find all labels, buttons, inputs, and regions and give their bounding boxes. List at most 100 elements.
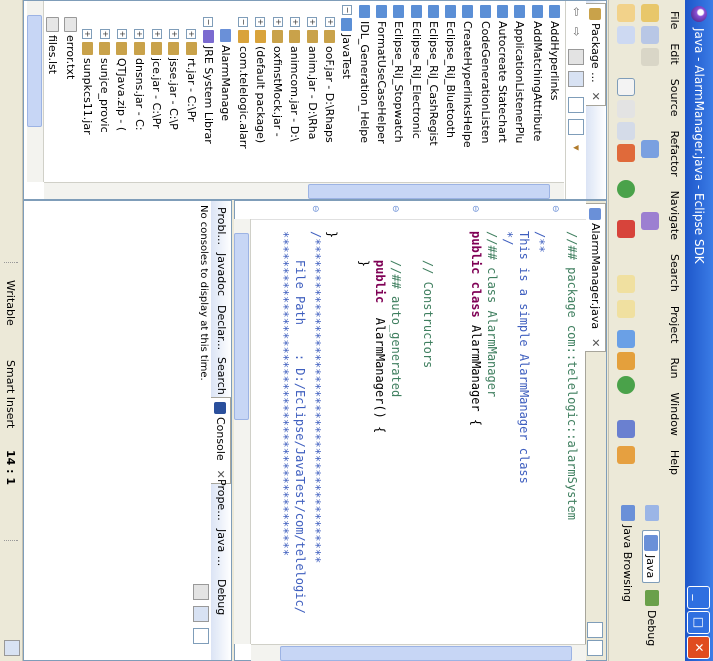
tree-item[interactable]: + (default package) <box>253 17 268 143</box>
tree-item[interactable]: error.txt <box>63 17 78 79</box>
tab-javadoc[interactable]: Javadoc <box>211 249 231 300</box>
tree-item[interactable]: + anim.jar - D:\Rha <box>305 17 320 140</box>
coverage-icon[interactable] <box>617 220 635 238</box>
menu-item-help[interactable]: Help <box>669 443 682 482</box>
tree-item[interactable]: AddHyperlinks <box>547 5 562 101</box>
tree-item[interactable]: + rt.jar - C:\Pr <box>184 29 199 122</box>
maximize-button[interactable]: □ <box>687 611 711 634</box>
open-perspective-button[interactable] <box>645 505 659 521</box>
tree-item[interactable]: FormatUseCaseHelper <box>374 5 389 144</box>
menu-item-search[interactable]: Search <box>669 247 682 299</box>
expand-toggle-icon[interactable]: + <box>272 17 283 27</box>
tree-item[interactable]: AddMatchingAttribute <box>530 5 545 141</box>
package-tree-horizontal-scrollbar[interactable] <box>27 1 44 182</box>
tree-item[interactable]: − JavaTest <box>339 5 354 79</box>
expand-toggle-icon[interactable]: + <box>82 29 93 39</box>
new-java-package-icon[interactable] <box>617 330 635 348</box>
tree-item[interactable]: Eclipse_RiJ_Electronic <box>409 5 424 139</box>
collapse-all-icon[interactable] <box>568 49 584 65</box>
run-icon[interactable] <box>617 180 635 198</box>
tab-debug[interactable]: Debug <box>211 575 231 619</box>
tree-item[interactable]: − JRE System Librar <box>201 17 216 144</box>
tree-item[interactable]: Eclipse_RiJ_CashRegist <box>426 5 441 146</box>
open-type-icon[interactable] <box>617 4 635 22</box>
tree-item[interactable]: + jce.jar - C:\Pr <box>149 29 164 129</box>
maximize-editor-icon[interactable] <box>587 640 603 656</box>
show-whitespace-icon[interactable] <box>617 100 635 118</box>
fold-marker-icon[interactable]: ⊖ <box>550 205 560 213</box>
new-wizard-icon[interactable] <box>641 4 659 22</box>
expand-toggle-icon[interactable]: + <box>151 29 162 39</box>
expand-toggle-icon[interactable]: + <box>99 29 110 39</box>
back-icon[interactable] <box>617 275 635 293</box>
collapse-toggle-icon[interactable]: − <box>238 17 249 27</box>
expand-toggle-icon[interactable]: + <box>255 17 266 27</box>
expand-toggle-icon[interactable]: + <box>168 29 179 39</box>
tree-item[interactable]: IDL_Generation_Helpe <box>357 5 372 143</box>
open-file-icon[interactable] <box>617 26 635 44</box>
java-browsing-perspective-button[interactable]: Java Browsing <box>621 505 635 602</box>
view-menu-icon[interactable]: ▾ <box>570 145 583 151</box>
fold-marker-icon[interactable]: ⊖ <box>310 205 320 213</box>
editor-horizontal-scrollbar[interactable] <box>234 219 251 644</box>
expand-toggle-icon[interactable]: + <box>290 17 300 27</box>
collapse-toggle-icon[interactable]: − <box>203 17 214 27</box>
expand-toggle-icon[interactable]: + <box>186 29 197 39</box>
tab-java[interactable]: Java ... <box>211 525 231 570</box>
menu-item-edit[interactable]: Edit <box>669 36 682 71</box>
open-console-icon[interactable] <box>193 628 209 644</box>
scrollbar-thumb[interactable] <box>27 15 42 127</box>
close-button[interactable]: ✕ <box>687 636 711 659</box>
tree-item[interactable]: + ooF.jar - D:\Rhaps <box>322 17 337 143</box>
search-icon[interactable] <box>617 376 635 394</box>
tree-item[interactable]: CodeGenerationListen <box>478 5 493 144</box>
menu-item-navigate[interactable]: Navigate <box>669 184 682 247</box>
minimize-button[interactable]: _ <box>687 586 711 609</box>
fold-marker-icon[interactable]: ⊖ <box>390 205 400 213</box>
tree-item[interactable]: Eclipse_RiJ_Stopwatch <box>391 5 406 143</box>
tab-probl[interactable]: Probl... <box>211 203 231 249</box>
tree-item[interactable]: + jsse.jar - C:\P <box>166 29 181 130</box>
toggle-mark-occurrences-icon[interactable] <box>617 78 635 96</box>
tree-item[interactable]: + sunjce_provic <box>97 29 112 133</box>
close-tab-icon[interactable]: ✕ <box>585 338 605 347</box>
minimize-view-icon[interactable] <box>568 97 584 113</box>
menu-item-refactor[interactable]: Refactor <box>669 124 682 184</box>
close-tab-icon[interactable]: ✕ <box>585 92 605 101</box>
external-tools-icon[interactable] <box>641 212 659 230</box>
scrollbar-thumb[interactable] <box>280 646 572 661</box>
package-tree-vertical-scrollbar[interactable] <box>44 182 564 199</box>
block-selection-icon[interactable] <box>617 122 635 140</box>
pin-console-icon[interactable] <box>193 584 209 600</box>
tree-item[interactable]: − com.telelogic.alarr <box>236 17 251 149</box>
tree-item[interactable]: AlarmManage <box>218 29 233 121</box>
expand-toggle-icon[interactable]: + <box>134 29 145 39</box>
tab-declar[interactable]: Declar... <box>211 301 231 354</box>
tree-item[interactable]: + QTJava.zip - ( <box>115 29 130 131</box>
fold-marker-icon[interactable]: ⊖ <box>470 205 480 213</box>
debug-perspective-button[interactable]: Debug <box>645 590 659 646</box>
tree-item[interactable]: + sunpkcs11.jar <box>80 29 95 135</box>
tab-package-explorer[interactable]: Package ... ✕ <box>585 3 606 106</box>
back-arrow-icon[interactable]: ⇦ <box>570 7 583 16</box>
menu-item-run[interactable]: Run <box>669 350 682 385</box>
menu-item-file[interactable]: File <box>669 4 682 36</box>
pencil-icon[interactable] <box>617 446 635 464</box>
new-java-class-icon[interactable] <box>617 352 635 370</box>
minimize-editor-icon[interactable] <box>587 622 603 638</box>
editor-vertical-scrollbar[interactable] <box>251 644 586 661</box>
menu-item-source[interactable]: Source <box>669 72 682 124</box>
java-perspective-button[interactable]: Java <box>642 530 660 584</box>
print-icon[interactable] <box>641 48 659 66</box>
tree-item[interactable]: ApplicationListenerPlu <box>512 5 527 143</box>
fast-view-icon[interactable] <box>4 640 20 656</box>
expand-toggle-icon[interactable]: + <box>117 29 127 39</box>
tree-item[interactable]: + dnsns.jar - C: <box>132 29 147 131</box>
tree-item[interactable]: files.lst <box>45 17 60 74</box>
maximize-view-icon[interactable] <box>568 119 584 135</box>
tab-search[interactable]: Search <box>211 353 231 399</box>
save-icon[interactable] <box>641 26 659 44</box>
tree-item[interactable]: Eclipse_RiJ_Bluetooth <box>443 5 458 138</box>
expand-toggle-icon[interactable]: + <box>307 17 318 27</box>
tab-prope[interactable]: Prope... <box>211 475 231 525</box>
